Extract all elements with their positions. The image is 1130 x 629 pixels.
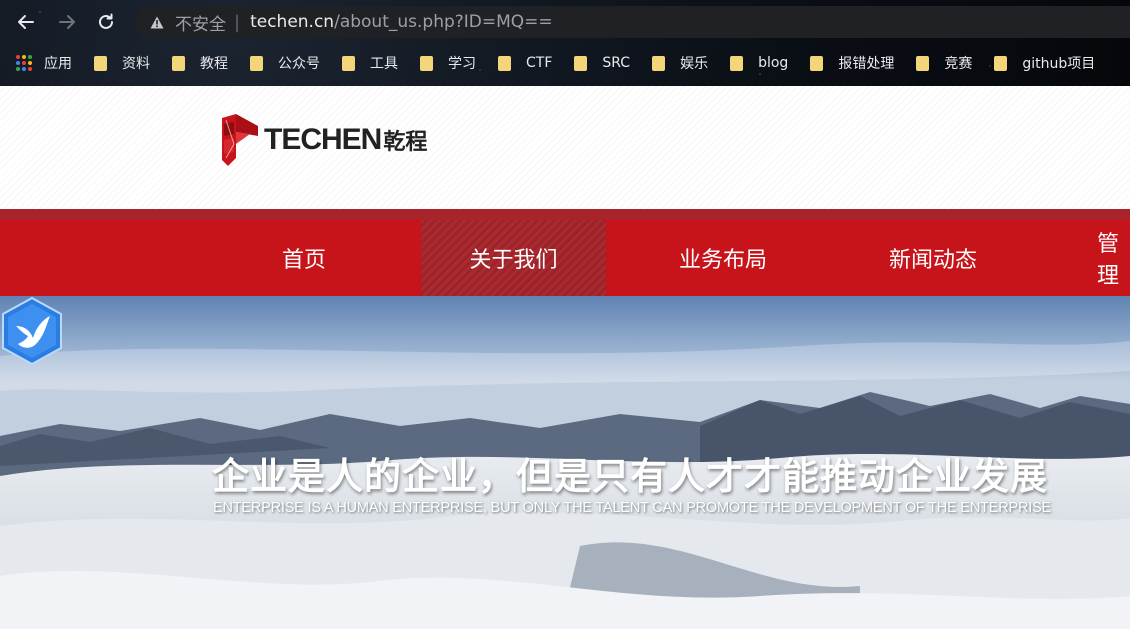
nav-top-strip — [0, 209, 1130, 220]
bookmark-folder[interactable]: 教程 — [172, 53, 228, 73]
nav-news[interactable]: 新闻动态 — [828, 220, 1038, 296]
bookmark-folder[interactable]: CTF — [498, 55, 552, 71]
browser-chrome: 不安全 | techen.cn/about_us.php?ID=MQ== 应用 … — [0, 0, 1130, 86]
folder-icon — [94, 55, 107, 71]
bookmarks-bar: 应用 资料 教程 公众号 工具 学习 CTF SRC 娱乐 blog 报错处理 … — [0, 47, 1130, 79]
nav-business-layout[interactable]: 业务布局 — [618, 220, 828, 296]
bookmark-label: 应用 — [44, 56, 72, 72]
logo-text: TECHEN — [264, 123, 382, 156]
arrow-right-icon — [59, 15, 75, 29]
site-header: TECHEN 乾程 — [0, 86, 1130, 209]
folder-icon — [498, 55, 511, 71]
folder-icon — [916, 55, 930, 71]
forward-button[interactable] — [53, 8, 81, 36]
bookmark-label: 资料 — [122, 56, 150, 72]
bird-icon[interactable] — [0, 296, 64, 366]
back-button[interactable] — [12, 8, 40, 36]
arrow-left-icon — [18, 15, 34, 29]
bookmark-label: github项目 — [1022, 56, 1096, 72]
bookmark-label: 娱乐 — [680, 56, 709, 72]
apps-grid-icon — [16, 55, 32, 71]
nav-management[interactable]: 管理 — [1097, 220, 1130, 296]
url-host: techen.cn — [250, 12, 335, 32]
main-navigation: 首页 关于我们 业务布局 新闻动态 管理 — [0, 220, 1130, 296]
folder-icon — [730, 55, 744, 71]
folder-icon — [172, 55, 185, 71]
bookmark-folder[interactable]: 工具 — [342, 53, 398, 73]
bookmark-folder[interactable]: 公众号 — [250, 53, 320, 73]
bookmark-label: 教程 — [200, 56, 228, 72]
security-label[interactable]: 不安全 — [175, 10, 226, 35]
hero-banner: 企业是人的企业，但是只有人才才能推动企业发展 ENTERPRISE IS A H… — [0, 296, 1130, 629]
reload-button[interactable] — [92, 8, 120, 36]
folder-icon — [652, 55, 666, 71]
warning-icon[interactable] — [149, 14, 165, 30]
bookmark-folder[interactable]: 报错处理 — [810, 53, 894, 73]
nav-home[interactable]: 首页 — [199, 220, 409, 296]
folder-icon — [342, 55, 355, 71]
address-bar[interactable]: 不安全 | techen.cn/about_us.php?ID=MQ== — [135, 6, 1130, 38]
hero-subtitle: ENTERPRISE IS A HUMAN ENTERPRISE, BUT ON… — [213, 500, 1052, 516]
folder-icon — [250, 55, 263, 71]
bookmark-folder[interactable]: 学习 — [420, 53, 476, 73]
bookmark-label: 公众号 — [278, 56, 320, 72]
hero-title: 企业是人的企业，但是只有人才才能推动企业发展 — [212, 455, 1048, 498]
bookmark-label: CTF — [526, 55, 553, 71]
url-path: /about_us.php?ID=MQ== — [334, 12, 553, 32]
nav-about-us[interactable]: 关于我们 — [421, 220, 606, 296]
bookmark-folder[interactable]: 娱乐 — [652, 53, 708, 73]
bookmark-label: SRC — [602, 55, 631, 71]
bookmark-apps[interactable]: 应用 — [16, 53, 72, 73]
bookmark-folder[interactable]: github项目 — [994, 53, 1095, 73]
url-text[interactable]: techen.cn/about_us.php?ID=MQ== — [250, 12, 553, 32]
techen-logo-icon — [222, 114, 258, 166]
separator: | — [234, 11, 241, 33]
bookmark-label: blog — [758, 55, 789, 71]
folder-icon — [994, 55, 1008, 71]
reload-icon — [99, 13, 113, 29]
bookmark-folder[interactable]: SRC — [574, 55, 630, 71]
folder-icon — [574, 55, 588, 71]
folder-icon — [420, 55, 433, 71]
bookmark-label: 竞赛 — [944, 56, 973, 72]
bookmark-label: 学习 — [448, 56, 476, 72]
logo-chinese-text: 乾程 — [383, 130, 428, 155]
site-logo[interactable]: TECHEN 乾程 — [220, 114, 427, 166]
bookmark-label: 工具 — [370, 56, 398, 72]
bookmark-folder[interactable]: 竞赛 — [916, 53, 972, 73]
bookmark-folder[interactable]: blog — [730, 55, 788, 71]
bookmark-label: 报错处理 — [838, 56, 895, 72]
bookmark-folder[interactable]: 资料 — [94, 53, 150, 73]
folder-icon — [810, 55, 824, 71]
